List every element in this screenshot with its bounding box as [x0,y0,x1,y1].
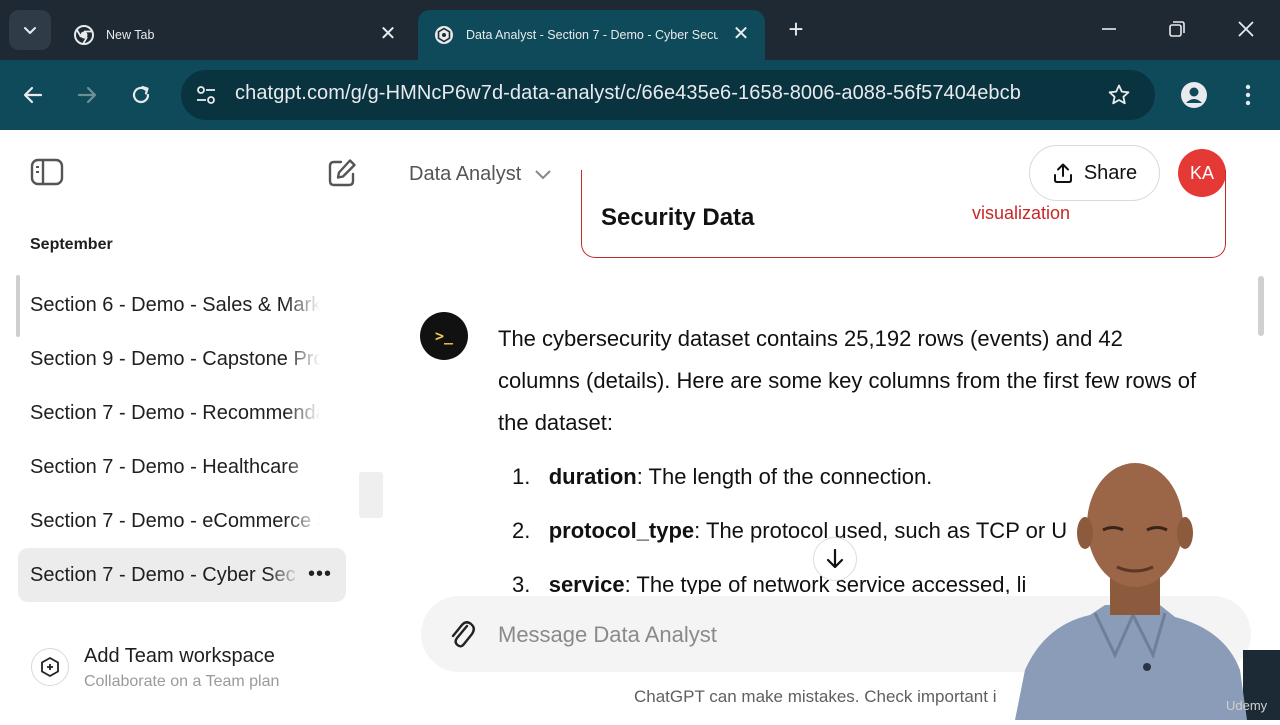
list-term: duration [548,464,637,489]
restore-icon[interactable] [1162,14,1192,44]
sidebar-item-chat[interactable]: Section 7 - Demo - eCommerce S [18,494,346,548]
url-text[interactable]: chatgpt.com/g/g-HMNcP6w7d-data-analyst/c… [235,82,1021,105]
more-options-icon[interactable]: ••• [308,563,332,586]
list-item: 2. protocol_type: The protocol used, suc… [512,518,1067,544]
list-term: protocol_type [548,518,695,543]
add-team-workspace-link[interactable]: Add Team workspace [84,645,275,668]
sidebar-item-label: Section 9 - Demo - Capstone Pro [30,347,320,370]
tab-data-analyst[interactable]: Data Analyst - Section 7 - Demo - Cyber … [418,10,765,60]
list-item: 3. service: The type of network service … [512,572,1026,594]
model-selector[interactable]: Data Analyst [409,163,551,186]
disclaimer-text: ChatGPT can make mistakes. Check importa… [634,687,997,706]
back-arrow-icon[interactable] [18,80,48,110]
page-scrollbar[interactable] [1258,276,1264,336]
close-tab-icon[interactable]: ✕ [731,24,751,44]
arrow-down-icon [826,548,844,569]
tab-title: New Tab [106,28,155,42]
list-text: : The length of the connection. [636,464,933,489]
chevron-down-icon [535,170,551,180]
tab-search-button[interactable] [9,10,51,50]
model-name: Data Analyst [409,163,522,185]
sidebar-scroll-thumb[interactable] [359,472,383,518]
sidebar-item-chat[interactable]: Section 9 - Demo - Capstone Pro [18,332,346,386]
assistant-avatar-icon: >_ [420,312,468,360]
sidebar-item-chat[interactable]: Section 7 - Demo - Recommenda [18,386,346,440]
sidebar-item-label: Section 7 - Demo - Cyber Sec [30,563,296,586]
list-term: service [548,572,625,594]
sidebar-section-heading: September [30,236,113,253]
sidebar-item-chat-active[interactable]: Section 7 - Demo - Cyber Sec ••• [18,548,346,602]
sidebar-item-label: Section 7 - Demo - Healthcare [30,455,300,478]
site-info-icon[interactable] [191,80,221,110]
bookmark-star-icon[interactable] [1104,80,1134,110]
tab-title: Data Analyst - Section 7 - Demo - Cyber … [466,28,718,42]
close-tab-icon[interactable]: ✕ [378,24,398,44]
chrome-icon [74,25,94,45]
list-number: 1. [512,464,531,489]
list-number: 3. [512,572,531,594]
udemy-watermark: Udemy [1226,698,1268,713]
openai-icon [434,25,454,45]
sidebar-item-label: Section 6 - Demo - Sales & Mark [30,293,320,316]
sidebar-item-label: Section 7 - Demo - Recommenda [30,401,320,424]
card-title: Security Data [601,204,755,231]
chevron-down-icon [24,27,36,34]
attach-paperclip-icon[interactable] [448,618,478,650]
presenter-webcam-overlay [985,455,1280,720]
reload-icon[interactable] [126,80,156,110]
scroll-to-bottom-button[interactable] [813,537,857,581]
message-input-placeholder[interactable]: Message Data Analyst [498,622,717,648]
message-paragraph: The cybersecurity dataset contains 25,19… [498,326,1197,435]
new-tab-button[interactable]: + [782,16,810,44]
sidebar-toggle-icon[interactable] [30,157,66,189]
tab-new-tab[interactable]: New Tab ✕ [58,10,412,60]
minimize-icon[interactable] [1094,14,1124,44]
team-workspace-icon [31,648,69,686]
forward-arrow-icon[interactable] [72,80,102,110]
sidebar-item-chat[interactable]: Section 6 - Demo - Sales & Mark [18,278,346,332]
list-item: 1. duration: The length of the connectio… [512,464,932,490]
sidebar-item-label: Section 7 - Demo - eCommerce S [30,509,320,532]
card-note: visualization [972,203,1071,223]
close-window-icon[interactable] [1231,14,1261,44]
browser-menu-icon[interactable] [1233,80,1263,110]
sidebar-item-chat[interactable]: Section 7 - Demo - Healthcare [18,440,346,494]
team-workspace-subtitle: Collaborate on a Team plan [84,673,280,690]
sidebar-scrollbar[interactable] [16,275,20,337]
new-chat-icon[interactable] [326,157,360,189]
list-number: 2. [512,518,531,543]
profile-icon[interactable] [1179,80,1209,110]
